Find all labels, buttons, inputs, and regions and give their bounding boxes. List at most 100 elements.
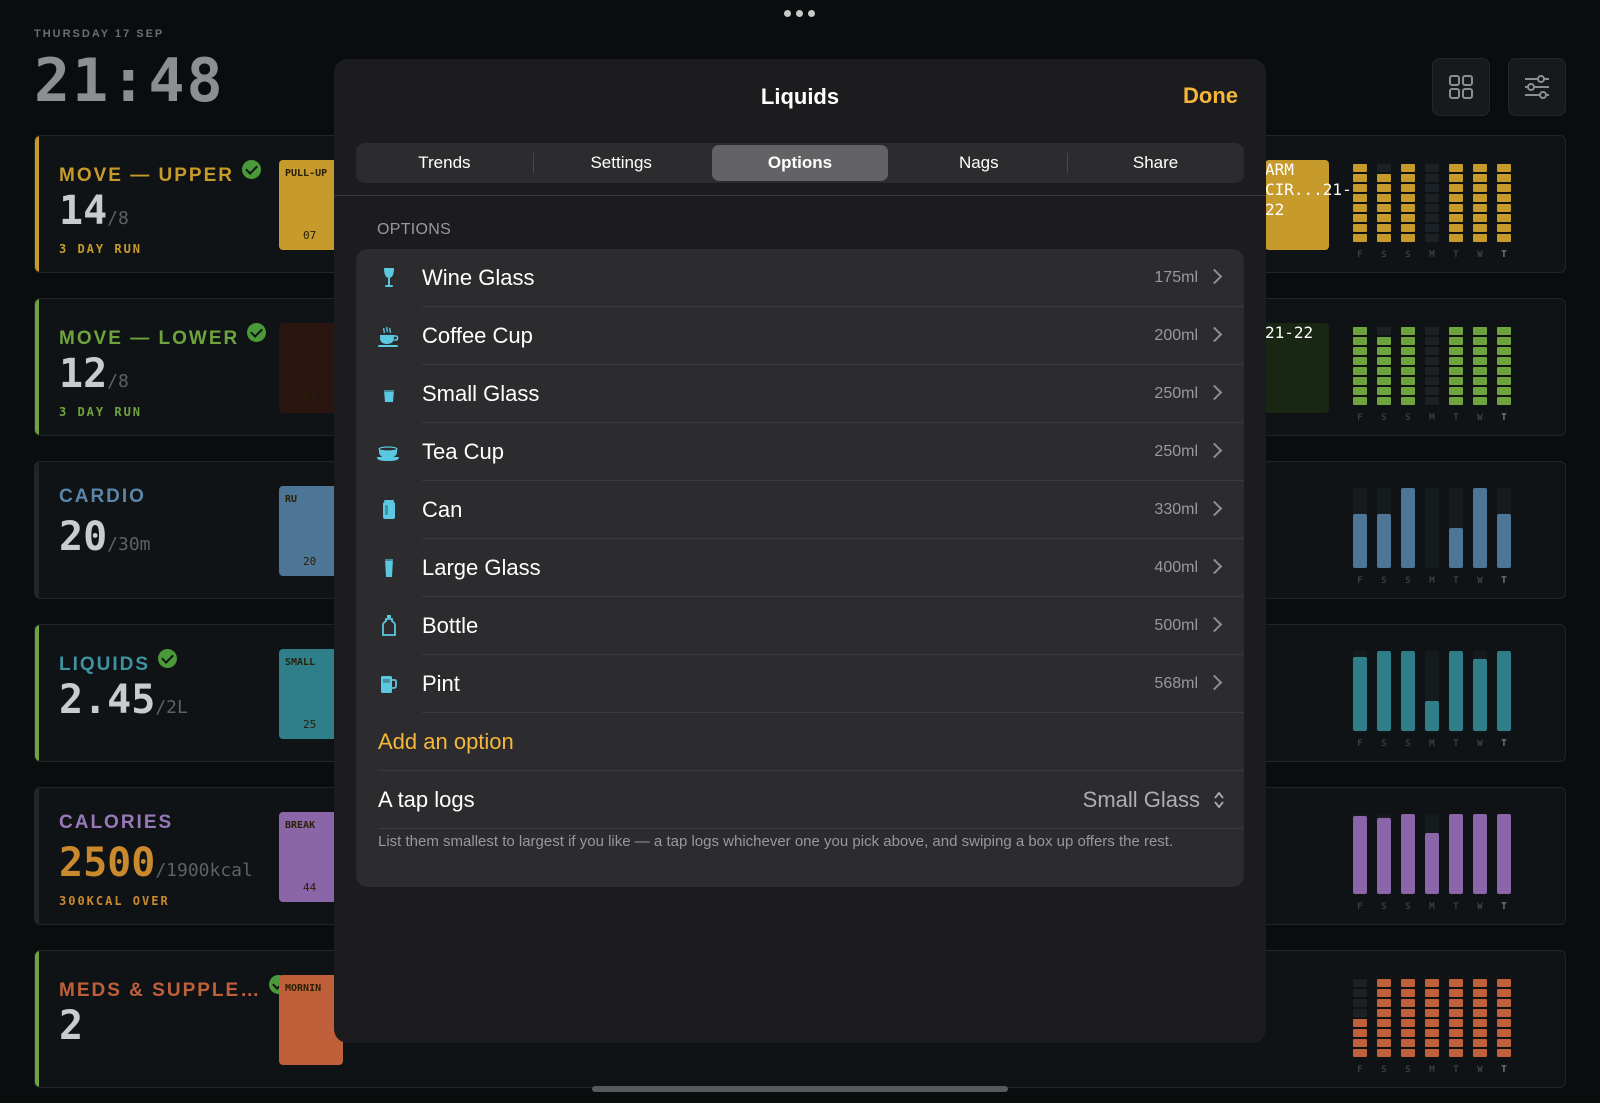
- option-row[interactable]: Small Glass 250ml: [356, 365, 1244, 423]
- option-amount: 400ml: [1154, 559, 1198, 576]
- day-bar: [1353, 814, 1367, 894]
- card-title: CALORIES: [59, 812, 174, 833]
- day-bar: [1401, 162, 1415, 242]
- option-name: Tea Cup: [422, 439, 504, 464]
- day-bar: [1377, 325, 1391, 405]
- day-label: T: [1501, 739, 1507, 749]
- day-bar: [1473, 814, 1487, 894]
- option-row[interactable]: Large Glass 400ml: [356, 539, 1244, 597]
- chip-count: 21-22: [1265, 323, 1314, 342]
- day-bar: [1425, 977, 1439, 1057]
- chip-label: MORNIN: [285, 983, 322, 994]
- divider: [334, 195, 1266, 196]
- day-label: S: [1381, 413, 1387, 423]
- done-button[interactable]: Done: [1183, 83, 1238, 109]
- card-title: CARDIO: [59, 486, 146, 507]
- chevron-right-icon: [1206, 442, 1223, 459]
- tap-logs-row[interactable]: A tap logs Small Glass: [356, 771, 1244, 829]
- card-value: 2.45/2L: [59, 677, 188, 723]
- day-label: S: [1381, 902, 1387, 912]
- home-indicator[interactable]: [592, 1086, 1008, 1092]
- tea-cup-icon: [376, 439, 402, 465]
- tab-trends[interactable]: Trends: [356, 143, 533, 183]
- tab-nags[interactable]: Nags: [890, 143, 1067, 183]
- small-glass-icon: [376, 381, 402, 407]
- day-bar: [1473, 162, 1487, 242]
- day-bar: [1449, 325, 1463, 405]
- chevron-right-icon: [1206, 500, 1223, 517]
- day-label: T: [1453, 413, 1459, 423]
- option-row[interactable]: Wine Glass 175ml: [356, 249, 1244, 307]
- day-label: T: [1453, 902, 1459, 912]
- day-label: T: [1453, 739, 1459, 749]
- tap-logs-label: A tap logs: [378, 787, 475, 812]
- week-bar-chart: FSSMTWT: [1353, 319, 1523, 423]
- option-row[interactable]: Coffee Cup 200ml: [356, 307, 1244, 365]
- chip-label: ARM CIR...: [1265, 160, 1323, 199]
- tab-options[interactable]: Options: [711, 145, 889, 181]
- chip-count: 20: [303, 555, 317, 568]
- option-name: Large Glass: [422, 555, 541, 580]
- checkmark-icon: [247, 323, 267, 342]
- day-bar: [1425, 651, 1439, 731]
- option-row[interactable]: Can 330ml: [356, 481, 1244, 539]
- day-bar: [1425, 488, 1439, 568]
- settings-sliders-button[interactable]: [1508, 58, 1566, 116]
- day-label: S: [1405, 902, 1411, 912]
- chevron-right-icon: [1206, 326, 1223, 343]
- card-accent: [35, 462, 39, 598]
- grid-view-button[interactable]: [1432, 58, 1490, 116]
- card-accent: [35, 788, 39, 924]
- tab-settings[interactable]: Settings: [532, 143, 710, 183]
- option-amount: 200ml: [1154, 327, 1198, 344]
- coffee-cup-icon: [376, 323, 402, 349]
- option-row[interactable]: Pint 568ml: [356, 655, 1244, 713]
- week-bar-chart: FSSMTWT: [1353, 971, 1523, 1075]
- chip-count: 44: [303, 881, 317, 894]
- day-label: S: [1381, 739, 1387, 749]
- day-bar: [1377, 814, 1391, 894]
- day-bar: [1473, 488, 1487, 568]
- week-bar-chart: FSSMTWT: [1353, 808, 1523, 912]
- day-label: S: [1405, 1065, 1411, 1075]
- quick-log-chip[interactable]: ARM CIR...21-22: [1265, 160, 1352, 250]
- tab-bar: Trends Settings Options Nags Share: [356, 143, 1244, 183]
- section-header: OPTIONS: [377, 221, 452, 238]
- modal-title: Liquids: [760, 84, 840, 109]
- day-bar: [1425, 814, 1439, 894]
- day-bar: [1377, 977, 1391, 1057]
- day-label: S: [1381, 576, 1387, 586]
- option-amount: 500ml: [1154, 617, 1198, 634]
- day-label: M: [1429, 576, 1435, 586]
- chip-label: RU: [285, 494, 298, 505]
- option-row[interactable]: Tea Cup 250ml: [356, 423, 1244, 481]
- day-bar: [1497, 814, 1511, 894]
- more-menu-icon[interactable]: [784, 10, 815, 17]
- day-bar: [1353, 651, 1367, 731]
- option-name: Bottle: [422, 613, 479, 638]
- day-label: M: [1429, 739, 1435, 749]
- day-label: S: [1405, 576, 1411, 586]
- option-row[interactable]: Bottle 500ml: [356, 597, 1244, 655]
- day-bar: [1497, 651, 1511, 731]
- week-bar-chart: FSSMTWT: [1353, 156, 1523, 260]
- add-option-button[interactable]: Add an option: [378, 729, 514, 755]
- day-label: S: [1405, 739, 1411, 749]
- day-label: W: [1477, 902, 1483, 912]
- day-bar: [1497, 488, 1511, 568]
- options-group: Wine Glass 175ml Coffee Cup 200ml Small Glas…: [356, 249, 1244, 887]
- card-value: 20/30m: [59, 514, 151, 560]
- day-label: S: [1381, 1065, 1387, 1075]
- option-name: Pint: [422, 671, 460, 696]
- day-label: W: [1477, 739, 1483, 749]
- pint-icon: [376, 671, 402, 697]
- add-option-row[interactable]: Add an option: [356, 713, 1244, 771]
- checkmark-icon: [241, 160, 261, 179]
- chevron-right-icon: [1206, 674, 1223, 691]
- card-accent: [35, 625, 39, 761]
- tap-logs-value[interactable]: Small Glass: [1083, 787, 1200, 813]
- quick-log-chip[interactable]: 21-22: [1265, 323, 1329, 413]
- tab-share[interactable]: Share: [1067, 143, 1244, 183]
- bottle-icon: [376, 613, 402, 639]
- day-bar: [1449, 977, 1463, 1057]
